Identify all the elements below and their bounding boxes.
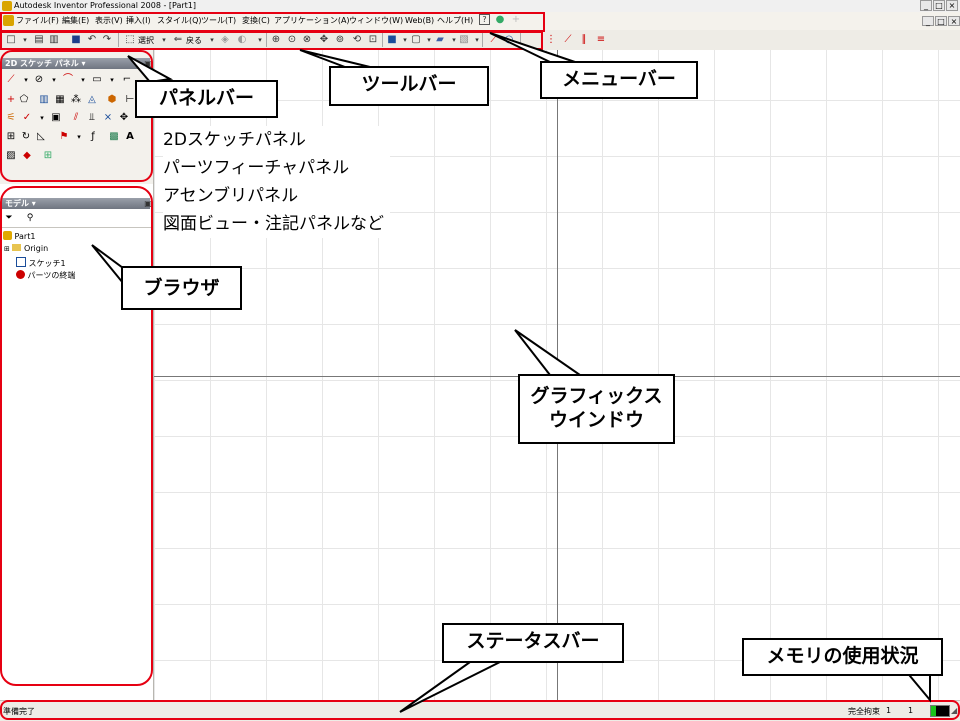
callout-panelbar: パネルバー xyxy=(135,80,278,118)
callout-statusbar: ステータスバー xyxy=(442,623,624,663)
graphics-pointer xyxy=(514,329,584,376)
toolbar-pointer xyxy=(299,49,371,68)
panelbar-pointer xyxy=(127,55,174,84)
callout-menubar: メニューバー xyxy=(540,61,698,99)
menubar-pointer xyxy=(489,32,576,63)
callout-browser: ブラウザ xyxy=(121,266,242,310)
callout-toolbar: ツールバー xyxy=(329,66,489,106)
browser-pointer xyxy=(91,244,124,286)
callout-graphics-line1: グラフィックス xyxy=(530,385,663,407)
callout-memory: メモリの使用状況 xyxy=(742,638,943,676)
callout-graphics-line2: ウインドウ xyxy=(548,409,644,431)
statusbar-pointer xyxy=(399,661,501,713)
callout-graphics: グラフィックス ウインドウ xyxy=(518,374,675,444)
